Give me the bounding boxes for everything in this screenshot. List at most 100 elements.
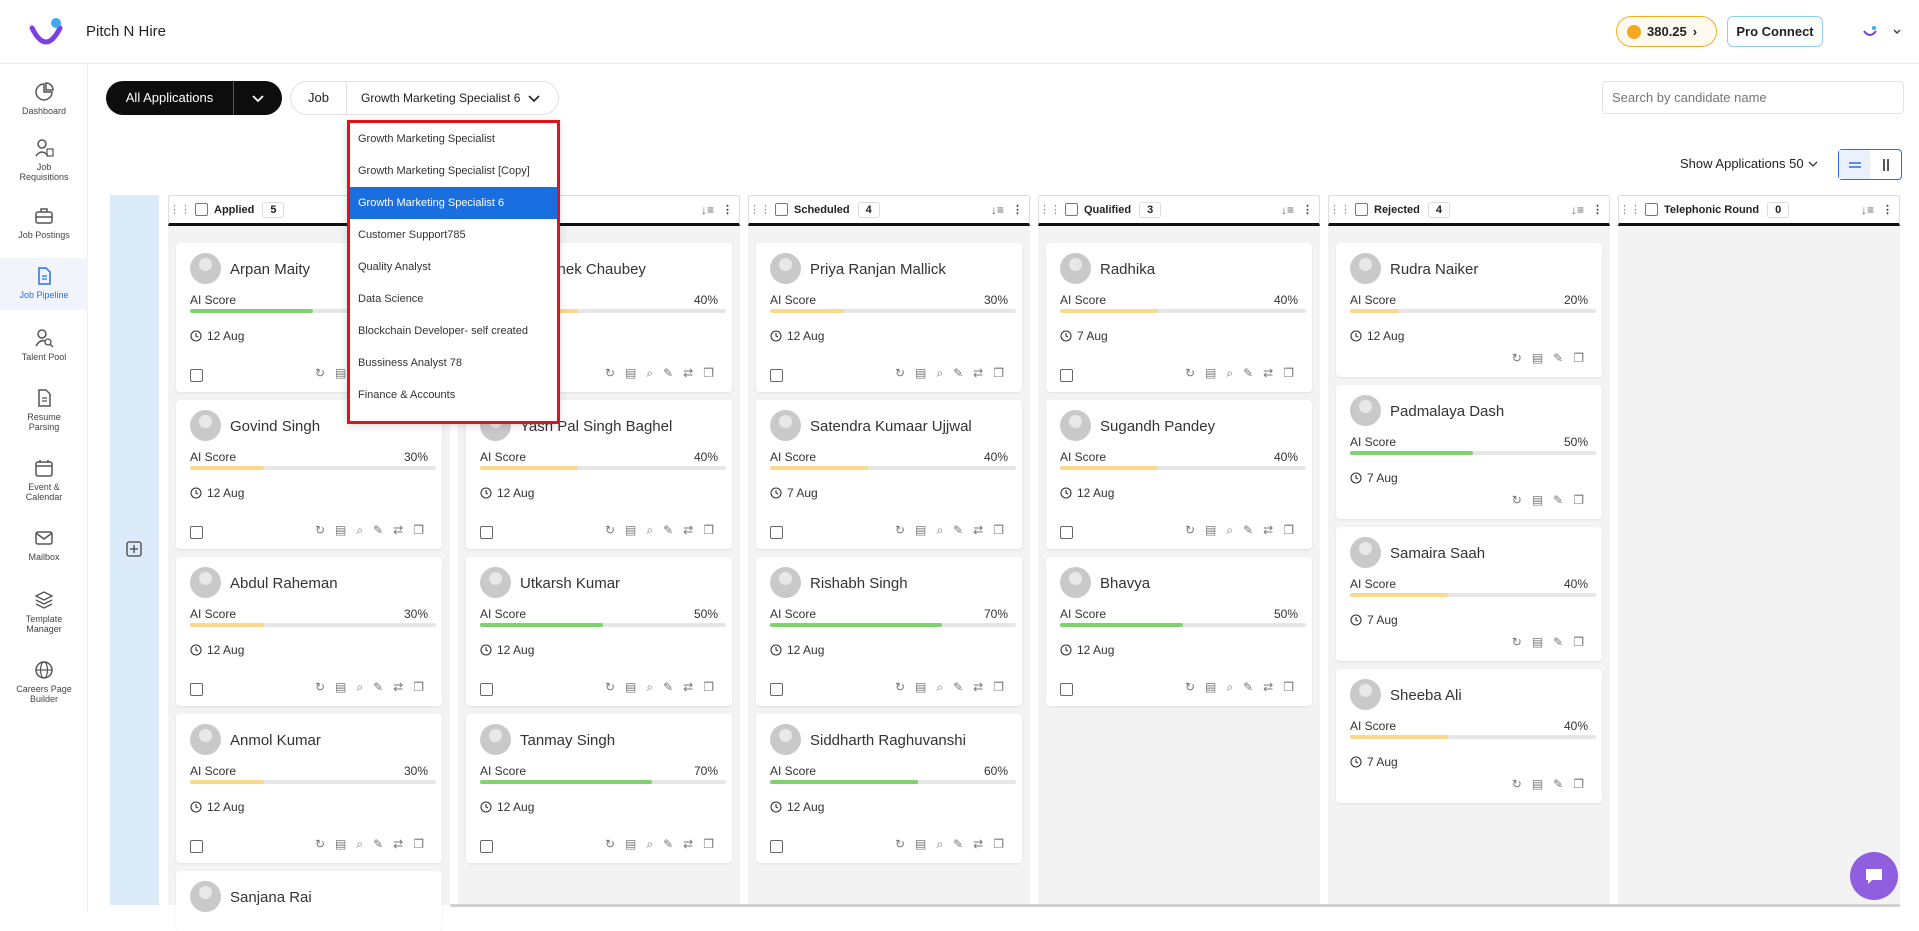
edit-icon[interactable]: ✎ [663, 523, 673, 538]
candidate-card[interactable]: Utkarsh Kumar AI Score 50% 12 Aug ↻ ▤ ⌕ ✎ ⇄ ❐ [466, 557, 732, 706]
search-doc-icon[interactable]: ⌕ [1226, 366, 1233, 381]
card-select-checkbox[interactable] [480, 526, 493, 539]
edit-icon[interactable]: ✎ [1243, 680, 1253, 695]
sort-icon[interactable]: ↓≡ [991, 203, 1004, 217]
board-view-button[interactable] [1870, 150, 1901, 179]
column-select-checkbox[interactable] [195, 203, 208, 216]
candidate-card[interactable]: Sanjana Rai [176, 871, 442, 931]
sidebar-item-careers-page-builder[interactable]: Careers Page Builder [0, 660, 88, 704]
transfer-icon[interactable]: ⇄ [1263, 366, 1273, 381]
drag-handle-icon[interactable]: ⋮⋮ [1039, 203, 1061, 216]
resume-icon[interactable]: ▤ [1205, 523, 1216, 538]
column-select-checkbox[interactable] [1355, 203, 1368, 216]
comment-icon[interactable]: ❐ [703, 837, 714, 852]
horizontal-scrollbar[interactable] [450, 904, 1900, 907]
job-option[interactable]: Blockchain Developer- self created [350, 315, 557, 347]
comment-icon[interactable]: ❐ [703, 523, 714, 538]
candidate-name[interactable]: Sheeba Ali [1390, 687, 1462, 704]
transfer-icon[interactable]: ⇄ [683, 366, 693, 381]
edit-icon[interactable]: ✎ [663, 366, 673, 381]
search-doc-icon[interactable]: ⌕ [936, 680, 943, 695]
candidate-name[interactable]: Govind Singh [230, 418, 320, 435]
resume-icon[interactable]: ▤ [625, 837, 636, 852]
comment-icon[interactable]: ❐ [993, 837, 1004, 852]
resume-icon[interactable]: ▤ [915, 680, 926, 695]
job-option[interactable]: Data Science [350, 283, 557, 315]
transfer-icon[interactable]: ⇄ [1263, 680, 1273, 695]
sort-icon[interactable]: ↓≡ [1861, 203, 1874, 217]
add-stage-icon[interactable] [125, 540, 143, 558]
search-doc-icon[interactable]: ⌕ [356, 680, 363, 695]
transfer-icon[interactable]: ⇄ [393, 523, 403, 538]
job-select[interactable]: Job Growth Marketing Specialist 6 [290, 81, 559, 115]
job-option-selected[interactable]: Growth Marketing Specialist 6 [350, 187, 557, 219]
more-vertical-icon[interactable]: ⋮ [1592, 203, 1603, 216]
candidate-name[interactable]: Rishabh Singh [810, 575, 908, 592]
candidate-name[interactable]: Satendra Kumaar Ujjwal [810, 418, 972, 435]
search-doc-icon[interactable]: ⌕ [646, 837, 653, 852]
column-select-checkbox[interactable] [1065, 203, 1078, 216]
edit-icon[interactable]: ✎ [1553, 635, 1563, 649]
comment-icon[interactable]: ❐ [993, 366, 1004, 381]
card-select-checkbox[interactable] [770, 683, 783, 696]
candidate-card[interactable]: Samaira Saah AI Score 40% 7 Aug ↻ ▤ ✎ ❐ [1336, 527, 1602, 661]
candidate-card[interactable]: Satendra Kumaar Ujjwal AI Score 40% 7 Aug ↻ ▤… [756, 400, 1022, 549]
job-option[interactable]: Bussiness Analyst 78 [350, 347, 557, 379]
transfer-icon[interactable]: ⇄ [393, 837, 403, 852]
more-vertical-icon[interactable]: ⋮ [1012, 203, 1023, 216]
job-option[interactable]: Finance & Accounts [350, 379, 557, 411]
resume-icon[interactable]: ▤ [1532, 351, 1543, 365]
sort-icon[interactable]: ↓≡ [1571, 203, 1584, 217]
more-vertical-icon[interactable]: ⋮ [722, 203, 733, 216]
transfer-icon[interactable]: ⇄ [973, 366, 983, 381]
resume-icon[interactable]: ▤ [335, 366, 346, 381]
search-doc-icon[interactable]: ⌕ [356, 523, 363, 538]
card-select-checkbox[interactable] [770, 526, 783, 539]
sidebar-item-job-requisitions[interactable]: Job Requisitions [0, 138, 88, 182]
job-option[interactable]: Growth Marketing Specialist [Copy] [350, 155, 557, 187]
edit-icon[interactable]: ✎ [373, 837, 383, 852]
add-stage-strip[interactable] [110, 195, 159, 905]
candidate-name[interactable]: Samaira Saah [1390, 545, 1485, 562]
refresh-icon[interactable]: ↻ [1512, 493, 1522, 507]
card-select-checkbox[interactable] [190, 369, 203, 382]
candidate-name[interactable]: Utkarsh Kumar [520, 575, 620, 592]
search-doc-icon[interactable]: ⌕ [646, 366, 653, 381]
drag-handle-icon[interactable]: ⋮⋮ [1619, 203, 1641, 216]
search-doc-icon[interactable]: ⌕ [936, 837, 943, 852]
candidate-name[interactable]: Radhika [1100, 261, 1155, 278]
candidate-name[interactable]: Siddharth Raghuvanshi [810, 732, 966, 749]
search-doc-icon[interactable]: ⌕ [936, 366, 943, 381]
candidate-name[interactable]: Arpan Maity [230, 261, 310, 278]
transfer-icon[interactable]: ⇄ [683, 523, 693, 538]
card-select-checkbox[interactable] [190, 840, 203, 853]
drag-handle-icon[interactable]: ⋮⋮ [169, 203, 191, 216]
refresh-icon[interactable]: ↻ [605, 837, 615, 852]
job-option[interactable]: Customer Support785 [350, 219, 557, 251]
edit-icon[interactable]: ✎ [1553, 351, 1563, 365]
candidate-name[interactable]: Sugandh Pandey [1100, 418, 1215, 435]
applications-filter-toggle[interactable] [234, 93, 282, 103]
resume-icon[interactable]: ▤ [915, 837, 926, 852]
refresh-icon[interactable]: ↻ [315, 366, 325, 381]
more-vertical-icon[interactable]: ⋮ [1882, 203, 1893, 216]
card-select-checkbox[interactable] [770, 840, 783, 853]
comment-icon[interactable]: ❐ [1573, 777, 1584, 791]
edit-icon[interactable]: ✎ [953, 523, 963, 538]
comment-icon[interactable]: ❐ [1573, 351, 1584, 365]
card-select-checkbox[interactable] [1060, 526, 1073, 539]
search-doc-icon[interactable]: ⌕ [936, 523, 943, 538]
drag-handle-icon[interactable]: ⋮⋮ [749, 203, 771, 216]
search-doc-icon[interactable]: ⌕ [646, 680, 653, 695]
edit-icon[interactable]: ✎ [953, 366, 963, 381]
card-select-checkbox[interactable] [1060, 369, 1073, 382]
resume-icon[interactable]: ▤ [915, 366, 926, 381]
edit-icon[interactable]: ✎ [1243, 366, 1253, 381]
resume-icon[interactable]: ▤ [625, 523, 636, 538]
candidate-card[interactable]: Siddharth Raghuvanshi AI Score 60% 12 Aug ↻ ▤… [756, 714, 1022, 863]
refresh-icon[interactable]: ↻ [315, 837, 325, 852]
candidate-name[interactable]: Sanjana Rai [230, 889, 312, 906]
refresh-icon[interactable]: ↻ [1512, 777, 1522, 791]
refresh-icon[interactable]: ↻ [1185, 680, 1195, 695]
resume-icon[interactable]: ▤ [1205, 366, 1216, 381]
